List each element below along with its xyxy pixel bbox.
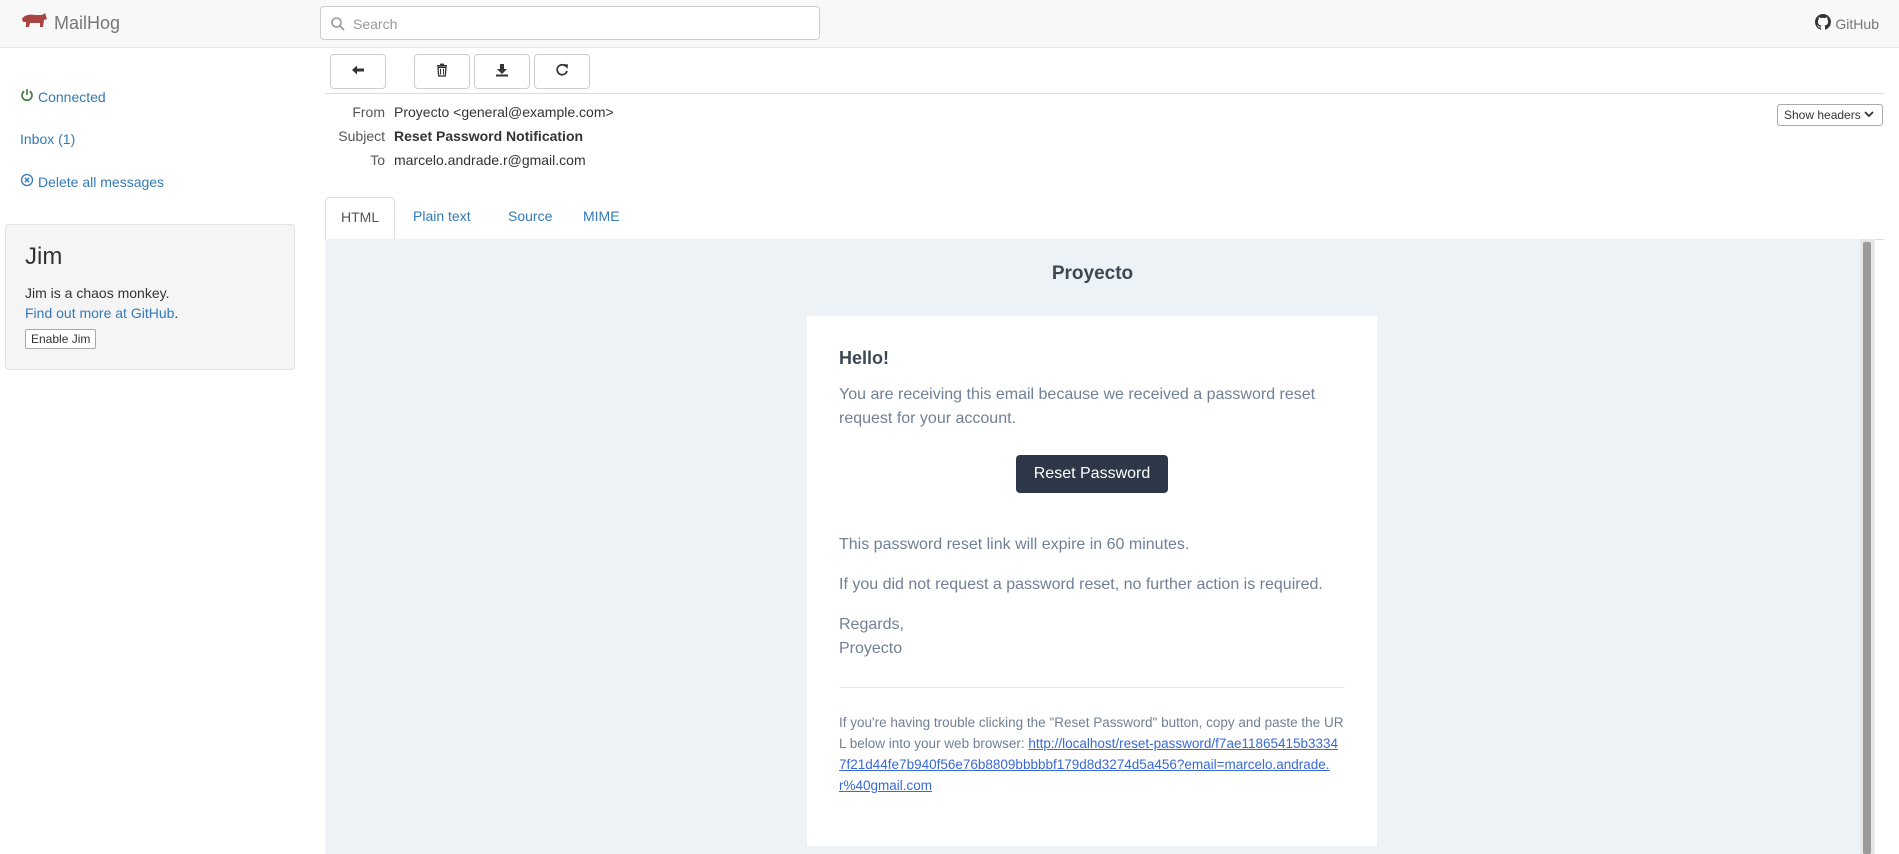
trash-icon <box>435 63 449 80</box>
email-signature: Proyecto <box>839 640 903 657</box>
subject-value: Reset Password Notification <box>394 128 584 144</box>
preview-scrollbar[interactable] <box>1860 239 1874 854</box>
connected-status-link[interactable]: Connected <box>20 88 106 105</box>
email-no-action-text: If you did not request a password reset,… <box>839 576 1323 593</box>
show-headers-label: Show headers <box>1784 108 1861 122</box>
email-preview: Proyecto Hello! You are receiving this e… <box>325 239 1875 854</box>
search-icon <box>330 16 346 32</box>
arrow-left-icon <box>351 63 365 80</box>
show-headers-button[interactable]: Show headers <box>1777 104 1883 126</box>
from-value: Proyecto <general@example.com> <box>394 104 614 120</box>
release-button[interactable] <box>534 54 590 89</box>
jim-link-suffix: . <box>174 305 179 321</box>
chevron-down-icon <box>1864 108 1874 122</box>
email-intro: You are receiving this email because we … <box>839 386 1316 427</box>
to-label: To <box>370 152 385 168</box>
connected-label: Connected <box>38 88 106 105</box>
brand-link[interactable]: MailHog <box>20 11 120 36</box>
subject-label: Subject <box>338 128 385 144</box>
email-greeting: Hello! <box>839 348 890 368</box>
back-button[interactable] <box>330 54 386 89</box>
jim-title: Jim <box>25 243 63 270</box>
from-label: From <box>352 104 385 120</box>
email-regards: Regards, <box>839 616 904 633</box>
jim-description: Jim is a chaos monkey. <box>25 285 170 301</box>
jim-link-line: Find out more at GitHub. <box>25 303 275 323</box>
jim-panel: Jim Jim is a chaos monkey. Find out more… <box>5 224 295 370</box>
github-icon <box>1815 14 1832 33</box>
email-divider <box>839 687 1345 688</box>
enable-jim-button[interactable]: Enable Jim <box>25 329 97 349</box>
tab-source[interactable]: Source <box>493 197 567 239</box>
share-icon <box>555 63 569 80</box>
delete-all-link[interactable]: Delete all messages <box>20 173 164 190</box>
delete-message-button[interactable] <box>414 54 470 89</box>
top-navbar: MailHog GitHub <box>0 0 1899 48</box>
inbox-link[interactable]: Inbox (1) <box>20 131 75 147</box>
github-label: GitHub <box>1835 15 1879 32</box>
power-icon <box>20 88 34 105</box>
email-header-title: Proyecto <box>1051 263 1134 284</box>
brand-name: MailHog <box>54 13 121 33</box>
search-input[interactable] <box>351 7 815 41</box>
email-subcopy: If you're having trouble clicking the "R… <box>839 712 1345 796</box>
to-value: marcelo.andrade.r@gmail.com <box>394 152 586 168</box>
tab-html[interactable]: HTML <box>325 197 396 240</box>
email-expire-text: This password reset link will expire in … <box>839 536 1190 553</box>
download-button[interactable] <box>474 54 530 89</box>
download-icon <box>495 63 509 80</box>
hog-icon <box>20 11 48 36</box>
preview-scroll-thumb[interactable] <box>1863 242 1871 854</box>
toolbar-divider <box>325 93 1884 94</box>
email-body-card: Hello! You are receiving this email beca… <box>807 316 1377 846</box>
tab-plain-text[interactable]: Plain text <box>398 197 486 239</box>
jim-github-link[interactable]: Find out more at GitHub <box>25 305 174 321</box>
delete-all-label: Delete all messages <box>38 173 165 190</box>
tab-mime[interactable]: MIME <box>568 197 635 239</box>
remove-circle-icon <box>20 173 34 190</box>
reset-password-button[interactable]: Reset Password <box>1016 455 1168 493</box>
github-link[interactable]: GitHub <box>1815 14 1879 33</box>
message-tabs: HTML Plain text Source MIME <box>325 197 1884 240</box>
search-box <box>320 6 820 41</box>
